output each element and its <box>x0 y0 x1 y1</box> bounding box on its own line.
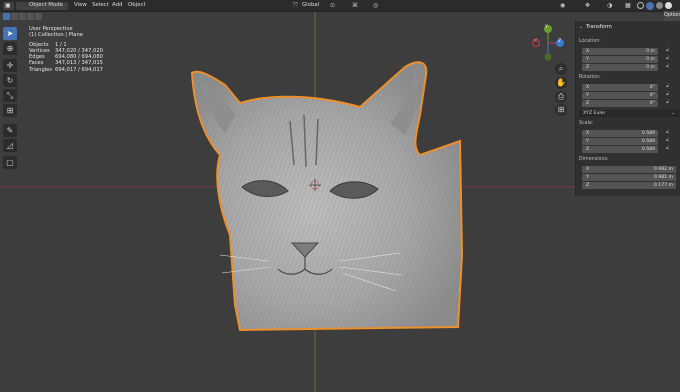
gizmo-y-label: Y <box>545 25 548 30</box>
lock-icon[interactable]: 🔓︎ <box>666 145 669 151</box>
rotation-label: Rotation: <box>579 75 601 80</box>
cube-icon: ▣ <box>5 1 11 9</box>
lock-icon[interactable]: 🔓︎ <box>666 55 669 61</box>
chevron-down-icon: ⌄ <box>671 111 675 116</box>
editor-type-dropdown[interactable]: ▣ <box>3 1 14 10</box>
scale-z-field[interactable]: Z 0.589 <box>582 146 658 153</box>
viewport-header: ▣ Object Mode View Select Add Object ⤧ G… <box>0 0 680 12</box>
transform-orientation[interactable]: Global <box>302 0 319 11</box>
location-x-field[interactable]: X0 m <box>582 48 658 55</box>
shading-rendered-icon[interactable] <box>665 2 672 9</box>
shading-solid-icon[interactable] <box>646 1 654 10</box>
menu-add[interactable]: Add <box>112 0 122 11</box>
rotate-tool[interactable]: ↻ <box>3 74 17 87</box>
ortho-toggle-icon[interactable]: ⊞ <box>555 104 567 116</box>
gizmo-x-label: X <box>534 39 538 44</box>
stat-row: Triangles 694,017 / 694,017 <box>29 66 103 73</box>
3d-cursor[interactable] <box>309 179 321 191</box>
scale-x-field[interactable]: X 0.589 <box>582 130 658 137</box>
rotation-z-field[interactable]: Z 0° <box>582 100 658 107</box>
orientation-icon: ⤧ <box>293 2 298 9</box>
location-label: Location: <box>579 39 601 44</box>
menu-view[interactable]: View <box>74 0 87 11</box>
dimensions-label: Dimensions: <box>579 157 609 162</box>
scale-label: Scale: <box>579 121 594 126</box>
pivot-icon[interactable]: ⊙ <box>330 0 335 11</box>
select-subtract-icon[interactable] <box>19 13 26 20</box>
xray-icon[interactable]: ▦ <box>625 0 631 11</box>
lock-icon[interactable]: 🔓︎ <box>666 63 669 69</box>
mode-label: Object Mode <box>29 2 63 8</box>
cat-relief-mesh[interactable] <box>180 55 470 337</box>
transform-tool[interactable]: ⊞ <box>3 104 17 117</box>
proportional-edit-icon[interactable]: ◎ <box>373 0 378 11</box>
rotation-y-field[interactable]: Y 0° <box>582 92 658 99</box>
lock-icon[interactable]: 🔓︎ <box>666 99 669 105</box>
overlays-icon[interactable]: ◑ <box>607 0 612 11</box>
pan-hand-icon[interactable]: ✋ <box>555 77 567 89</box>
select-extend-icon[interactable] <box>11 13 18 20</box>
select-new-icon[interactable] <box>3 13 10 20</box>
options-tab[interactable]: Options <box>664 11 680 21</box>
gizmo-z-label: Z <box>558 39 562 44</box>
lock-icon[interactable]: 🔓︎ <box>666 47 669 53</box>
select-intersect-icon[interactable] <box>35 13 42 20</box>
menu-select[interactable]: Select <box>92 0 109 11</box>
chevron-down-icon[interactable]: ⌄ <box>579 24 583 30</box>
lock-icon[interactable]: 🔓︎ <box>666 137 669 143</box>
rotation-x-field[interactable]: X 0° <box>582 84 658 91</box>
cursor-tool[interactable]: ⊕ <box>3 42 17 55</box>
lock-icon[interactable]: 🔓︎ <box>666 91 669 97</box>
location-y-field[interactable]: Y0 m <box>582 56 658 63</box>
mode-dropdown[interactable]: Object Mode <box>16 1 68 10</box>
selection-mode-buttons <box>0 12 60 22</box>
add-cube-tool[interactable]: ▢ <box>3 156 17 169</box>
transform-panel: Transform ⌄ Location: X0 m Y0 m Z0 m 🔓︎ … <box>575 21 680 196</box>
annotate-tool[interactable]: ✎ <box>3 124 17 137</box>
location-z-field[interactable]: Z0 m <box>582 64 658 71</box>
measure-tool[interactable]: ◿ <box>3 139 17 152</box>
viewport-info: User Perspective (1) Collection | Plane … <box>29 26 103 73</box>
select-invert-icon[interactable] <box>27 13 34 20</box>
rotation-mode-dropdown[interactable]: XYZ Euler ⌄ <box>579 110 679 117</box>
scale-y-field[interactable]: Y 0.589 <box>582 138 658 145</box>
zoom-icon[interactable]: ⌕ <box>555 63 567 75</box>
lock-icon[interactable]: 🔓︎ <box>666 83 669 89</box>
camera-view-icon[interactable]: ⎙ <box>555 91 567 103</box>
visibility-icon[interactable]: ◉ <box>560 0 565 11</box>
select-box-tool[interactable]: ➤ <box>3 27 17 40</box>
gizmo-toggle-icon[interactable]: ✥ <box>585 0 590 11</box>
move-tool[interactable]: ✛ <box>3 59 17 72</box>
shading-material-icon[interactable] <box>656 2 663 9</box>
dimensions-y-field[interactable]: Y 0.981 m <box>582 174 676 181</box>
dimensions-z-field[interactable]: Z 0.177 m <box>582 182 676 189</box>
snap-icon[interactable]: ⌘ <box>352 0 358 11</box>
dimensions-x-field[interactable]: X 0.982 m <box>582 166 676 173</box>
panel-title: Transform <box>586 24 612 30</box>
lock-icon[interactable]: 🔓︎ <box>666 129 669 135</box>
shading-wire-icon[interactable] <box>637 2 644 9</box>
menu-object[interactable]: Object <box>128 0 146 11</box>
scale-tool[interactable]: ⤡ <box>3 89 17 102</box>
